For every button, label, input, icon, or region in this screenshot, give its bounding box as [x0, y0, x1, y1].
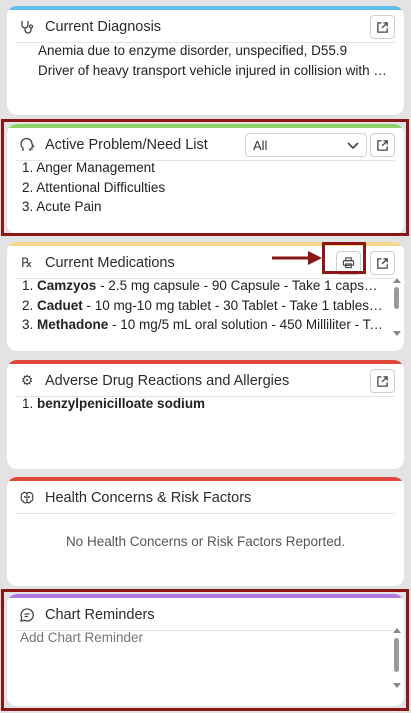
- diagnosis-list: Anemia due to enzyme disorder, unspecifi…: [22, 41, 392, 81]
- problems-color-bar: [7, 124, 404, 128]
- printer-icon: [342, 257, 355, 269]
- diagnosis-popout-button[interactable]: [370, 15, 395, 39]
- gear-icon: ⚙: [20, 373, 34, 389]
- problems-header: Active Problem/Need List All: [16, 130, 395, 161]
- pointer-arrow-icon: [272, 251, 322, 265]
- brain-icon: [19, 490, 35, 506]
- list-item: Anemia due to enzyme disorder, unspecifi…: [38, 41, 392, 61]
- active-problem-card: Active Problem/Need List All 1. Anger Ma…: [7, 124, 404, 234]
- scroll-down-arrow[interactable]: [393, 683, 401, 688]
- problems-title: Active Problem/Need List: [45, 137, 208, 153]
- rx-icon: ℞: [21, 255, 33, 271]
- list-item: 1. Camzyos - 2.5 mg capsule - 90 Capsule…: [22, 278, 384, 293]
- medications-scrollbar[interactable]: [393, 278, 401, 336]
- filter-value: All: [253, 137, 268, 153]
- list-item: 3. Acute Pain: [22, 199, 102, 214]
- adverse-title: Adverse Drug Reactions and Allergies: [45, 373, 290, 389]
- list-item: 1. benzylpenicilloate sodium: [22, 396, 206, 411]
- reminders-header: Chart Reminders: [16, 600, 395, 631]
- problems-popout-button[interactable]: [370, 133, 395, 157]
- scroll-thumb[interactable]: [394, 287, 399, 309]
- drug-name: Methadone: [37, 317, 109, 332]
- external-link-icon: [377, 257, 388, 269]
- drug-name: Caduet: [37, 297, 83, 313]
- medications-list: 1. Camzyos - 2.5 mg capsule - 90 Capsule…: [22, 276, 384, 335]
- adverse-reactions-card: ⚙ Adverse Drug Reactions and Allergies 1…: [7, 360, 404, 469]
- chat-bubble-icon: [19, 607, 35, 623]
- adverse-header: ⚙ Adverse Drug Reactions and Allergies: [16, 366, 395, 397]
- head-profile-icon: [19, 137, 35, 153]
- health-title: Health Concerns & Risk Factors: [45, 490, 252, 506]
- scroll-up-arrow[interactable]: [393, 278, 401, 283]
- medications-color-bar: [7, 242, 404, 246]
- list-item: 2. Attentional Difficulties: [22, 179, 166, 195]
- health-concerns-card: Health Concerns & Risk Factors No Health…: [7, 477, 404, 586]
- medications-header: ℞ Current Medications: [16, 248, 395, 279]
- reminders-scrollbar[interactable]: [393, 628, 401, 688]
- stethoscope-icon: [19, 19, 35, 35]
- chevron-down-icon: [347, 142, 359, 150]
- external-link-icon: [377, 139, 388, 151]
- drug-name: Camzyos: [37, 278, 97, 293]
- health-header: Health Concerns & Risk Factors: [16, 483, 395, 514]
- chart-reminders-card: Chart Reminders: [7, 594, 404, 706]
- medications-title: Current Medications: [45, 255, 175, 271]
- current-diagnosis-card: Current Diagnosis Anemia due to enzyme d…: [7, 6, 404, 115]
- reminders-color-bar: [7, 594, 404, 598]
- problems-list: 1. Anger Management 2. Attentional Diffi…: [22, 158, 392, 217]
- adverse-popout-button[interactable]: [370, 369, 395, 393]
- reminders-title: Chart Reminders: [45, 607, 155, 623]
- health-color-bar: [7, 477, 404, 481]
- list-item: Driver of heavy transport vehicle injure…: [38, 61, 392, 81]
- current-medications-card: ℞ Current Medications 1. Camzyos - 2.5 m…: [7, 242, 404, 351]
- scroll-thumb[interactable]: [394, 638, 399, 672]
- allergen-name: benzylpenicilloate sodium: [37, 396, 206, 411]
- adverse-color-bar: [7, 360, 404, 364]
- problems-filter-select[interactable]: All: [245, 133, 367, 157]
- scroll-down-arrow[interactable]: [393, 331, 401, 336]
- list-item: 3. Methadone - 10 mg/5 mL oral solution …: [22, 317, 384, 332]
- diagnosis-header: Current Diagnosis: [16, 12, 395, 43]
- adverse-list: 1. benzylpenicilloate sodium: [22, 394, 392, 414]
- empty-state-message: No Health Concerns or Risk Factors Repor…: [65, 534, 346, 549]
- diagnosis-color-bar: [7, 6, 404, 10]
- medications-print-button[interactable]: [336, 251, 361, 275]
- external-link-icon: [377, 375, 388, 387]
- list-item: 1. Anger Management: [22, 160, 155, 175]
- scroll-up-arrow[interactable]: [393, 628, 401, 633]
- medications-popout-button[interactable]: [370, 251, 395, 275]
- list-item: 2. Caduet - 10 mg-10 mg tablet - 30 Tabl…: [22, 297, 384, 313]
- diagnosis-title: Current Diagnosis: [45, 19, 162, 35]
- add-reminder-textarea[interactable]: [20, 630, 380, 692]
- external-link-icon: [377, 21, 388, 33]
